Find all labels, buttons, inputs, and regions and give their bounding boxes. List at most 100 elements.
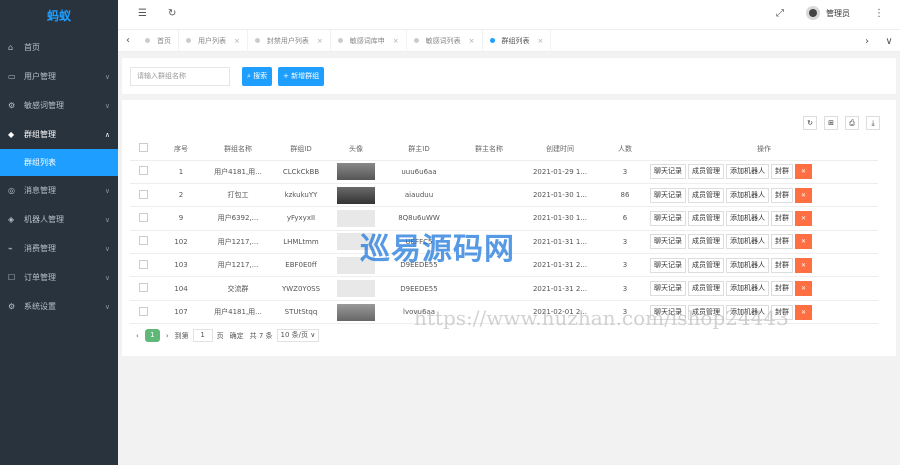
- group-name: 用户1217,...: [206, 253, 270, 278]
- ban-group-button[interactable]: 封群: [771, 281, 793, 297]
- tab-dot-icon: [489, 38, 495, 43]
- delete-icon[interactable]: ✕: [795, 234, 812, 250]
- tab-dropdown-icon[interactable]: ∨: [878, 36, 900, 47]
- created-time: 2021-01-29 1...: [520, 160, 600, 184]
- tab-scroll-left-icon[interactable]: ‹: [118, 35, 138, 46]
- more-icon[interactable]: ⋮: [874, 8, 884, 19]
- goto-confirm-button[interactable]: 确定: [230, 331, 244, 341]
- delete-icon[interactable]: ✕: [795, 304, 812, 320]
- select-all-header[interactable]: [130, 138, 156, 161]
- refresh-icon[interactable]: ↻: [168, 8, 176, 19]
- row-checkbox[interactable]: [138, 212, 148, 222]
- chat-history-button[interactable]: 聊天记录: [650, 187, 686, 203]
- sidebar-item-5[interactable]: ◎ 消息管理 ∨: [0, 176, 118, 205]
- sidebar-item-9[interactable]: ⚙ 系统设置 ∨: [0, 292, 118, 321]
- add-robot-button[interactable]: 添加机器人: [726, 257, 769, 273]
- tab-3[interactable]: 敏感词库申 ×: [331, 29, 407, 52]
- tab-close-icon[interactable]: ×: [393, 37, 399, 45]
- row-checkbox[interactable]: [138, 166, 148, 176]
- row-actions: 聊天记录 成员管理 添加机器人 封群 ✕: [650, 230, 878, 255]
- sidebar-subitem-group-list[interactable]: 群组列表: [0, 149, 118, 176]
- tab-2[interactable]: 封禁用户列表 ×: [248, 29, 331, 52]
- ban-group-button[interactable]: 封群: [771, 210, 793, 226]
- tab-close-icon[interactable]: ×: [538, 37, 544, 45]
- page-size-select[interactable]: 10 条/页 ∨: [276, 329, 320, 342]
- chat-history-button[interactable]: 聊天记录: [650, 210, 686, 226]
- search-button[interactable]: ⌕ 搜索: [242, 67, 273, 86]
- member-manage-button[interactable]: 成员管理: [688, 210, 724, 226]
- delete-icon[interactable]: ✕: [795, 187, 812, 203]
- delete-icon[interactable]: ✕: [795, 257, 812, 273]
- chat-history-button[interactable]: 聊天记录: [650, 164, 686, 180]
- row-checkbox[interactable]: [138, 259, 148, 269]
- prev-page-icon[interactable]: ‹: [136, 332, 139, 340]
- tab-close-icon[interactable]: ×: [469, 37, 475, 45]
- current-page[interactable]: 1: [144, 329, 160, 342]
- search-panel: 请输入群组名称 ⌕ 搜索 + 新增群组: [122, 58, 896, 94]
- member-manage-button[interactable]: 成员管理: [688, 187, 724, 203]
- add-robot-button[interactable]: 添加机器人: [726, 187, 769, 203]
- next-page-icon[interactable]: ›: [166, 332, 169, 340]
- fullscreen-icon[interactable]: ⤢: [776, 8, 784, 19]
- select-all-checkbox[interactable]: [138, 143, 148, 153]
- row-checkbox[interactable]: [138, 306, 148, 316]
- tab-close-icon[interactable]: ×: [234, 37, 240, 45]
- print-icon[interactable]: ⎙: [845, 116, 859, 130]
- refresh-table-icon[interactable]: ↻: [803, 116, 817, 130]
- sidebar: 蚂蚁 ⌂ 首页 ▭ 用户管理 ∨ ⚙ 敏感词管理 ∨ ◆ 群组管理 ∧ 群组列表 ◎ 消息管理 ∨ ◈ 机器人管…: [0, 0, 118, 465]
- ban-group-button[interactable]: 封群: [771, 234, 793, 250]
- row-checkbox[interactable]: [138, 283, 148, 293]
- goto-page-input[interactable]: 1: [192, 329, 213, 342]
- ban-group-button[interactable]: 封群: [771, 164, 793, 180]
- member-manage-button[interactable]: 成员管理: [688, 164, 724, 180]
- add-robot-button[interactable]: 添加机器人: [726, 234, 769, 250]
- member-manage-button[interactable]: 成员管理: [688, 281, 724, 297]
- add-robot-button[interactable]: 添加机器人: [726, 164, 769, 180]
- group-avatar-image: [337, 186, 375, 204]
- group-name-search-input[interactable]: 请输入群组名称: [130, 67, 230, 86]
- sidebar-item-6[interactable]: ◈ 机器人管理 ∨: [0, 205, 118, 234]
- tab-close-icon[interactable]: ×: [317, 37, 323, 45]
- delete-icon[interactable]: ✕: [795, 210, 812, 226]
- tab-label: 首页: [157, 36, 171, 45]
- delete-icon[interactable]: ✕: [795, 281, 812, 297]
- export-icon[interactable]: ⤓: [866, 116, 880, 130]
- sidebar-item-0[interactable]: ⌂ 首页: [0, 33, 118, 62]
- group-avatar: [332, 183, 380, 208]
- add-robot-button[interactable]: 添加机器人: [726, 210, 769, 226]
- group-id: kzkukuYY: [270, 183, 332, 208]
- ban-group-button[interactable]: 封群: [771, 257, 793, 273]
- app-logo: 蚂蚁: [46, 9, 71, 23]
- add-group-button[interactable]: + 新增群组: [278, 67, 325, 86]
- tab-5[interactable]: 群组列表 ×: [483, 29, 552, 52]
- sidebar-item-8[interactable]: ☐ 订单管理 ∨: [0, 263, 118, 292]
- user-menu[interactable]: 管理员: [806, 6, 850, 20]
- chat-history-button[interactable]: 聊天记录: [650, 257, 686, 273]
- sidebar-item-3[interactable]: ◆ 群组管理 ∧: [0, 120, 118, 149]
- member-count: 3: [600, 276, 650, 301]
- search-icon: ⌕: [247, 72, 251, 80]
- tab-scroll-right-icon[interactable]: ›: [856, 36, 878, 47]
- sidebar-item-2[interactable]: ⚙ 敏感词管理 ∨: [0, 91, 118, 120]
- chat-history-button[interactable]: 聊天记录: [650, 234, 686, 250]
- chat-history-button[interactable]: 聊天记录: [650, 281, 686, 297]
- delete-icon[interactable]: ✕: [795, 164, 812, 180]
- users-icon: ◆: [8, 130, 15, 139]
- row-checkbox[interactable]: [138, 189, 148, 199]
- table-row: 2 打包工 kzkukuYY aiauduu 2021-01-30 1... 86 聊天记录…: [130, 183, 878, 208]
- sidebar-item-1[interactable]: ▭ 用户管理 ∨: [0, 62, 118, 91]
- row-checkbox[interactable]: [138, 236, 148, 246]
- chevron-down-icon: ∨: [104, 273, 110, 282]
- tab-4[interactable]: 敏感词列表 ×: [407, 29, 483, 52]
- member-manage-button[interactable]: 成员管理: [688, 257, 724, 273]
- columns-icon[interactable]: ⊞: [824, 116, 838, 130]
- row-actions: 聊天记录 成员管理 添加机器人 封群 ✕: [650, 183, 878, 208]
- created-time: 2021-01-30 1...: [520, 206, 600, 231]
- ban-group-button[interactable]: 封群: [771, 187, 793, 203]
- menu-toggle-icon[interactable]: ☰: [138, 8, 147, 19]
- tab-1[interactable]: 用户列表 ×: [179, 29, 248, 52]
- member-manage-button[interactable]: 成员管理: [688, 234, 724, 250]
- add-robot-button[interactable]: 添加机器人: [726, 281, 769, 297]
- sidebar-item-7[interactable]: ⌁ 消费管理 ∨: [0, 234, 118, 263]
- tab-0[interactable]: 首页: [138, 29, 179, 52]
